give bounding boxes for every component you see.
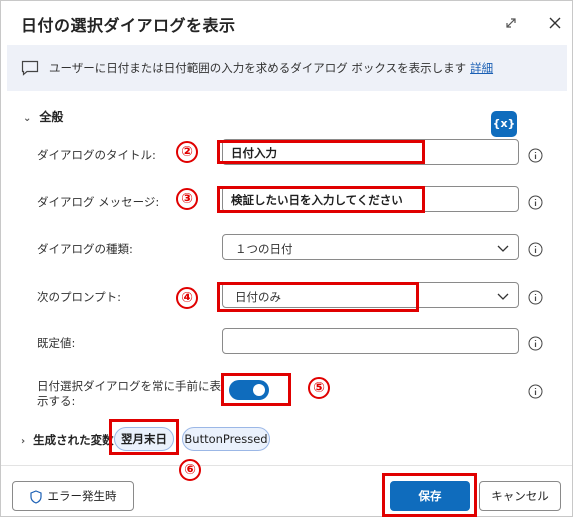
dialog-type-label: ダイアログの種類: (37, 242, 133, 256)
info-icon[interactable] (528, 148, 543, 163)
default-value-label: 既定値: (37, 336, 76, 350)
dialog-type-select[interactable]: １つの日付 (222, 234, 519, 260)
comment-icon (21, 60, 39, 76)
highlight-box (217, 140, 425, 164)
highlight-box (109, 419, 179, 455)
info-icon[interactable] (528, 290, 543, 305)
chevron-down-icon: ⌄ (23, 113, 32, 124)
info-banner: ユーザーに日付または日付範囲の入力を求めるダイアログ ボックスを表示します 詳細 (7, 45, 567, 91)
info-icon[interactable] (528, 242, 543, 257)
info-description: ユーザーに日付または日付範囲の入力を求めるダイアログ ボックスを表示します (49, 61, 467, 75)
dialog-type-value: １つの日付 (235, 242, 293, 256)
details-link[interactable]: 詳細 (470, 61, 493, 75)
info-text: ユーザーに日付または日付範囲の入力を求めるダイアログ ボックスを表示します 詳細 (49, 60, 493, 76)
on-error-button[interactable]: エラー発生時 (12, 481, 134, 511)
annotation-number: ⑤ (308, 377, 330, 399)
title-bar: 日付の選択ダイアログを表示 (1, 1, 572, 45)
generated-vars-toggle[interactable]: › 生成された変数 (21, 432, 114, 448)
on-error-label: エラー発生時 (47, 489, 117, 503)
highlight-box (217, 282, 419, 312)
annotation-number: ③ (176, 188, 198, 210)
chevron-down-icon (497, 293, 509, 300)
prompt-label: 次のプロンプト: (37, 290, 122, 304)
info-icon[interactable] (528, 336, 543, 351)
annotation-number: ④ (176, 287, 198, 309)
dialog-message-label: ダイアログ メッセージ: (37, 195, 160, 209)
footer-divider (1, 465, 572, 466)
info-icon[interactable] (528, 195, 543, 210)
highlight-box (382, 473, 477, 517)
variables-button[interactable]: {x} (491, 111, 517, 137)
shield-icon (29, 489, 42, 504)
chevron-right-icon: › (21, 436, 26, 447)
highlight-box (217, 186, 425, 213)
dialog-title: 日付の選択ダイアログを表示 (21, 16, 236, 35)
cancel-button[interactable]: キャンセル (479, 481, 561, 511)
annotation-number: ② (176, 141, 198, 163)
chevron-down-icon (497, 245, 509, 252)
section-general-label: 全般 (39, 110, 64, 124)
expand-icon[interactable] (501, 13, 521, 33)
generated-vars-label: 生成された変数 (33, 433, 114, 447)
annotation-number: ⑥ (179, 459, 201, 481)
default-value-input[interactable] (222, 328, 519, 354)
dialog-window: 日付の選択ダイアログを表示 ユーザーに日付または日付範囲の入力を求めるダイアログ… (0, 0, 573, 517)
topmost-label: 日付選択ダイアログを常に手前に表示する: (37, 379, 221, 408)
variable-chip[interactable]: ButtonPressed (182, 427, 270, 451)
info-icon[interactable] (528, 384, 543, 399)
close-icon[interactable] (545, 13, 565, 33)
dialog-title-label: ダイアログのタイトル: (37, 148, 156, 162)
section-general-toggle[interactable]: ⌄ 全般 (23, 108, 63, 125)
highlight-box (221, 373, 291, 406)
